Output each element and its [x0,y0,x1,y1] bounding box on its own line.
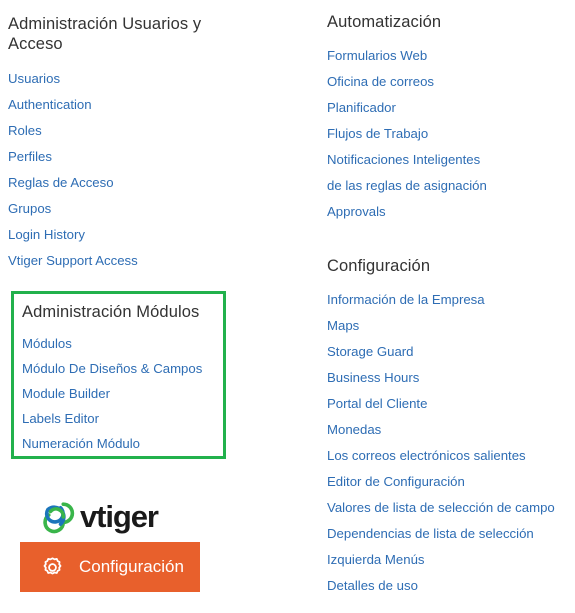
section-title-user-access-administration: Administración Usuarios y Acceso [8,15,202,53]
link-login-history[interactable]: Login History [8,222,308,248]
vtiger-cloud-logo-icon [36,498,76,534]
list-item: Módulos [22,331,223,356]
list-item: Numeración Módulo [22,431,223,456]
list-item: Oficina de correos [327,69,575,95]
user-access-administration-link-list: Usuarios Authentication Roles Perfiles R… [8,66,308,274]
list-item: Editor de Configuración [327,469,575,495]
list-item: Dependencias de lista de selección [327,521,575,547]
link-informacion-de-la-empresa[interactable]: Información de la Empresa [327,287,575,313]
link-authentication[interactable]: Authentication [8,92,308,118]
user-access-administration-section: Administración Usuarios y Acceso Usuario… [8,14,308,274]
list-item: Storage Guard [327,339,575,365]
section-title-module-administration: Administración Módulos [22,303,200,321]
list-item: Izquierda Menús [327,547,575,573]
link-dependencias-de-lista-de-seleccion[interactable]: Dependencias de lista de selección [327,521,575,547]
link-reglas-de-acceso[interactable]: Reglas de Acceso [8,170,308,196]
link-numeracion-modulo[interactable]: Numeración Módulo [22,431,223,456]
link-de-las-reglas-de-asignacion[interactable]: de las reglas de asignación [327,173,575,199]
link-modulo-de-disenos-y-campos[interactable]: Módulo De Diseños & Campos [22,356,223,381]
vtiger-brand-logo: vtiger [36,498,159,534]
list-item: Planificador [327,95,575,121]
list-item: Business Hours [327,365,575,391]
section-title-automation: Automatización [327,13,442,31]
link-module-builder[interactable]: Module Builder [22,381,223,406]
list-item: Perfiles [8,144,308,170]
list-item: Labels Editor [22,406,223,431]
list-item: Los correos electrónicos salientes [327,443,575,469]
link-storage-guard[interactable]: Storage Guard [327,339,575,365]
list-item: Approvals [327,199,575,225]
list-item: de las reglas de asignación [327,173,575,199]
link-portal-del-cliente[interactable]: Portal del Cliente [327,391,575,417]
list-item: Login History [8,222,308,248]
list-item: Module Builder [22,381,223,406]
list-item: Flujos de Trabajo [327,121,575,147]
link-maps[interactable]: Maps [327,313,575,339]
link-flujos-de-trabajo[interactable]: Flujos de Trabajo [327,121,575,147]
link-izquierda-menus[interactable]: Izquierda Menús [327,547,575,573]
link-valores-de-lista-de-seleccion-de-campo[interactable]: Valores de lista de selección de campo [327,495,575,521]
link-detalles-de-uso[interactable]: Detalles de uso [327,573,575,599]
module-administration-highlight-box: Administración Módulos Módulos Módulo De… [11,291,226,459]
link-grupos[interactable]: Grupos [8,196,308,222]
link-usuarios[interactable]: Usuarios [8,66,308,92]
link-formularios-web[interactable]: Formularios Web [327,43,575,69]
list-item: Valores de lista de selección de campo [327,495,575,521]
list-item: Módulo De Diseños & Campos [22,356,223,381]
list-item: Authentication [8,92,308,118]
gear-icon [40,555,65,580]
link-perfiles[interactable]: Perfiles [8,144,308,170]
link-labels-editor[interactable]: Labels Editor [22,406,223,431]
module-administration-link-list: Módulos Módulo De Diseños & Campos Modul… [22,331,223,456]
settings-link-list: Información de la Empresa Maps Storage G… [327,287,575,599]
automation-section: Automatización Formularios Web Oficina d… [327,12,575,225]
list-item: Vtiger Support Access [8,248,308,274]
list-item: Portal del Cliente [327,391,575,417]
link-editor-de-configuracion[interactable]: Editor de Configuración [327,469,575,495]
list-item: Usuarios [8,66,308,92]
list-item: Formularios Web [327,43,575,69]
link-business-hours[interactable]: Business Hours [327,365,575,391]
list-item: Grupos [8,196,308,222]
list-item: Notificaciones Inteligentes [327,147,575,173]
settings-menu-page: Administración Usuarios y Acceso Usuario… [0,0,575,613]
list-item: Reglas de Acceso [8,170,308,196]
link-modulos[interactable]: Módulos [22,331,223,356]
module-administration-section: Administración Módulos Módulos Módulo De… [14,294,223,456]
link-oficina-de-correos[interactable]: Oficina de correos [327,69,575,95]
link-notificaciones-inteligentes[interactable]: Notificaciones Inteligentes [327,147,575,173]
configuracion-button[interactable]: Configuración [20,542,200,592]
list-item: Roles [8,118,308,144]
link-planificador[interactable]: Planificador [327,95,575,121]
list-item: Maps [327,313,575,339]
section-title-settings: Configuración [327,257,431,275]
vtiger-wordmark: vtiger [80,498,159,534]
configuracion-button-label: Configuración [79,557,184,576]
link-approvals[interactable]: Approvals [327,199,575,225]
link-roles[interactable]: Roles [8,118,308,144]
list-item: Monedas [327,417,575,443]
link-monedas[interactable]: Monedas [327,417,575,443]
list-item: Detalles de uso [327,573,575,599]
list-item: Información de la Empresa [327,287,575,313]
link-vtiger-support-access[interactable]: Vtiger Support Access [8,248,308,274]
automation-link-list: Formularios Web Oficina de correos Plani… [327,43,575,225]
link-los-correos-electronicos-salientes[interactable]: Los correos electrónicos salientes [327,443,575,469]
settings-section: Configuración Información de la Empresa … [327,256,575,599]
